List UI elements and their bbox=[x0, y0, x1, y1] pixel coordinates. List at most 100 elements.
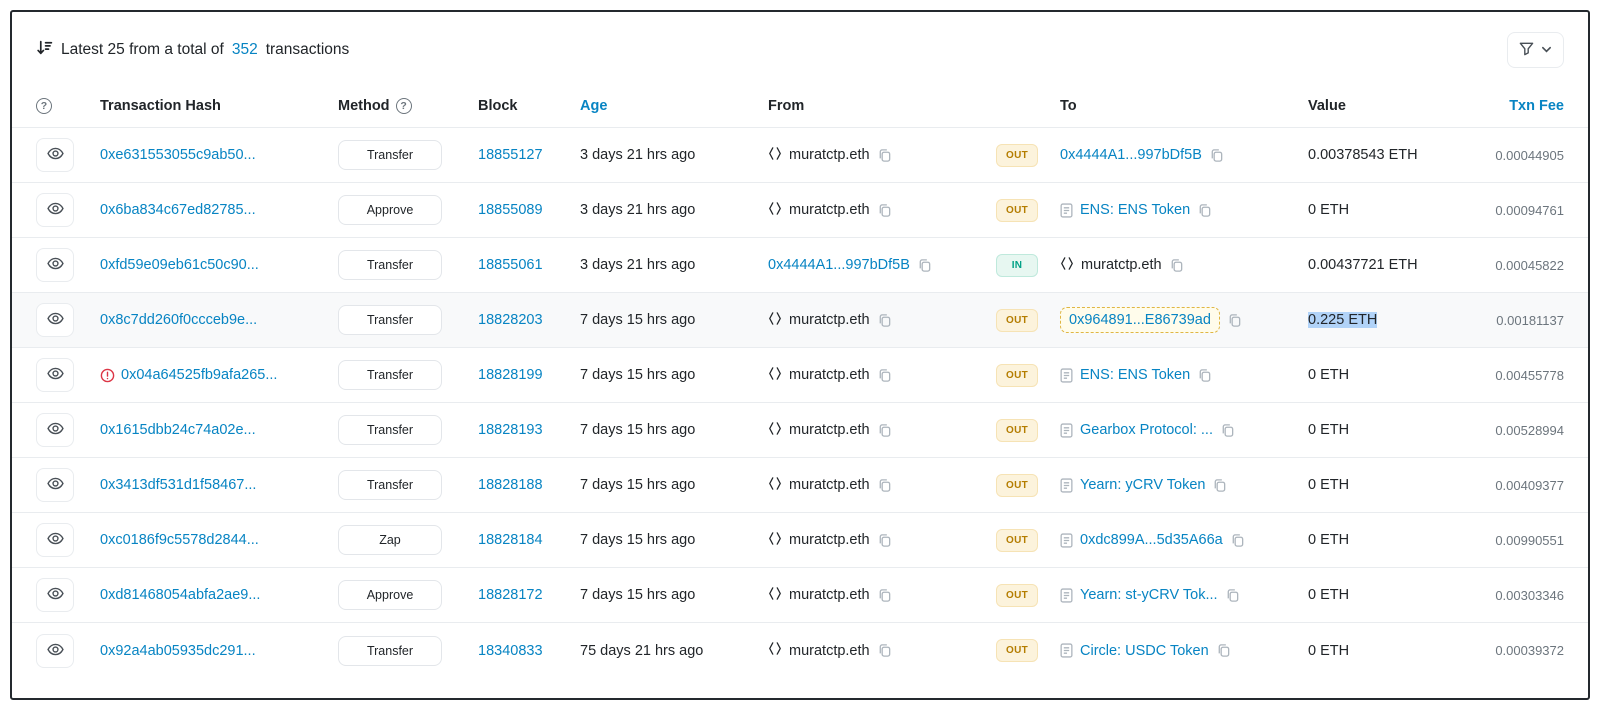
block-link[interactable]: 18828199 bbox=[478, 367, 543, 383]
filter-button[interactable] bbox=[1507, 32, 1564, 68]
to-address[interactable]: ENS: ENS Token bbox=[1080, 367, 1190, 383]
method-badge[interactable]: Transfer bbox=[338, 360, 442, 390]
transaction-hash-link[interactable]: 0x1615dbb24c74a02e... bbox=[100, 422, 256, 438]
column-age[interactable]: Age bbox=[580, 98, 768, 114]
to-address[interactable]: Gearbox Protocol: ... bbox=[1080, 422, 1213, 438]
to-address[interactable]: 0x4444A1...997bDf5B bbox=[1060, 147, 1202, 163]
method-badge[interactable]: Transfer bbox=[338, 250, 442, 280]
copy-icon[interactable] bbox=[877, 643, 892, 658]
method-badge[interactable]: Transfer bbox=[338, 305, 442, 335]
copy-icon[interactable] bbox=[1216, 643, 1231, 658]
method-help-icon[interactable]: ? bbox=[396, 98, 412, 114]
transaction-hash-link[interactable]: 0xe631553055c9ab50... bbox=[100, 147, 256, 163]
block-link[interactable]: 18828188 bbox=[478, 477, 543, 493]
copy-icon[interactable] bbox=[1169, 258, 1184, 273]
block-link[interactable]: 18828203 bbox=[478, 312, 543, 328]
from-address[interactable]: muratctp.eth bbox=[789, 587, 870, 603]
from-address[interactable]: muratctp.eth bbox=[789, 532, 870, 548]
value-cell: 0.225 ETH bbox=[1308, 312, 1460, 328]
block-link[interactable]: 18828184 bbox=[478, 532, 543, 548]
block-link[interactable]: 18855061 bbox=[478, 257, 543, 273]
to-address[interactable]: muratctp.eth bbox=[1081, 257, 1162, 273]
preview-button[interactable] bbox=[36, 523, 74, 557]
block-link[interactable]: 18340833 bbox=[478, 643, 543, 659]
total-transactions-count[interactable]: 352 bbox=[232, 41, 258, 59]
value-cell: 0.00378543 ETH bbox=[1308, 147, 1460, 163]
name-tag-icon bbox=[768, 531, 782, 550]
column-txn-fee[interactable]: Txn Fee bbox=[1460, 98, 1564, 114]
preview-button[interactable] bbox=[36, 413, 74, 447]
hash-cell: 0x04a64525fb9afa265... bbox=[100, 367, 338, 383]
to-address[interactable]: Yearn: st-yCRV Tok... bbox=[1080, 587, 1218, 603]
transaction-hash-link[interactable]: 0x3413df531d1f58467... bbox=[100, 477, 256, 493]
to-address[interactable]: Circle: USDC Token bbox=[1080, 643, 1209, 659]
copy-icon[interactable] bbox=[877, 588, 892, 603]
eye-icon bbox=[47, 310, 64, 330]
to-address-wrap: 0xdc899A...5d35A66a bbox=[1060, 532, 1223, 548]
filter-funnel-icon bbox=[1519, 41, 1534, 59]
copy-icon[interactable] bbox=[877, 368, 892, 383]
transaction-hash-link[interactable]: 0x6ba834c67ed82785... bbox=[100, 202, 256, 218]
contract-file-icon bbox=[1060, 533, 1073, 548]
block-link[interactable]: 18828193 bbox=[478, 422, 543, 438]
to-address[interactable]: ENS: ENS Token bbox=[1080, 202, 1190, 218]
copy-icon[interactable] bbox=[877, 533, 892, 548]
method-cell: Approve bbox=[338, 195, 478, 225]
from-address[interactable]: muratctp.eth bbox=[789, 202, 870, 218]
to-address[interactable]: 0xdc899A...5d35A66a bbox=[1080, 532, 1223, 548]
transaction-hash-link[interactable]: 0x04a64525fb9afa265... bbox=[121, 367, 277, 383]
preview-button[interactable] bbox=[36, 138, 74, 172]
method-badge[interactable]: Zap bbox=[338, 525, 442, 555]
block-cell: 18828188 bbox=[478, 477, 580, 493]
copy-icon[interactable] bbox=[1227, 313, 1242, 328]
preview-button[interactable] bbox=[36, 193, 74, 227]
transaction-hash-link[interactable]: 0x92a4ab05935dc291... bbox=[100, 643, 256, 659]
copy-icon[interactable] bbox=[1197, 368, 1212, 383]
from-address[interactable]: muratctp.eth bbox=[789, 422, 870, 438]
method-badge[interactable]: Transfer bbox=[338, 415, 442, 445]
copy-icon[interactable] bbox=[1197, 203, 1212, 218]
method-badge[interactable]: Transfer bbox=[338, 636, 442, 666]
from-address[interactable]: 0x4444A1...997bDf5B bbox=[768, 257, 910, 273]
from-address[interactable]: muratctp.eth bbox=[789, 312, 870, 328]
copy-icon[interactable] bbox=[877, 313, 892, 328]
copy-icon[interactable] bbox=[1212, 478, 1227, 493]
preview-button[interactable] bbox=[36, 303, 74, 337]
copy-icon[interactable] bbox=[1225, 588, 1240, 603]
preview-button[interactable] bbox=[36, 634, 74, 668]
method-badge[interactable]: Transfer bbox=[338, 140, 442, 170]
method-badge[interactable]: Transfer bbox=[338, 470, 442, 500]
block-cell: 18855089 bbox=[478, 202, 580, 218]
copy-icon[interactable] bbox=[1230, 533, 1245, 548]
copy-icon[interactable] bbox=[1220, 423, 1235, 438]
copy-icon[interactable] bbox=[877, 148, 892, 163]
copy-icon[interactable] bbox=[877, 203, 892, 218]
preview-button[interactable] bbox=[36, 468, 74, 502]
question-circle-icon[interactable]: ? bbox=[36, 98, 52, 114]
preview-button[interactable] bbox=[36, 578, 74, 612]
to-address[interactable]: 0x964891...E86739ad bbox=[1069, 312, 1211, 328]
transaction-hash-link[interactable]: 0xc0186f9c5578d2844... bbox=[100, 532, 259, 548]
transaction-hash-link[interactable]: 0xd81468054abfa2ae9... bbox=[100, 587, 260, 603]
preview-button[interactable] bbox=[36, 248, 74, 282]
method-badge[interactable]: Approve bbox=[338, 580, 442, 610]
from-address[interactable]: muratctp.eth bbox=[789, 367, 870, 383]
block-link[interactable]: 18855089 bbox=[478, 202, 543, 218]
block-link[interactable]: 18828172 bbox=[478, 587, 543, 603]
block-cell: 18340833 bbox=[478, 643, 580, 659]
copy-icon[interactable] bbox=[877, 423, 892, 438]
to-address[interactable]: Yearn: yCRV Token bbox=[1080, 477, 1205, 493]
transaction-hash-link[interactable]: 0xfd59e09eb61c50c90... bbox=[100, 257, 259, 273]
block-link[interactable]: 18855127 bbox=[478, 147, 543, 163]
age-cell: 3 days 21 hrs ago bbox=[580, 257, 768, 273]
from-address[interactable]: muratctp.eth bbox=[789, 147, 870, 163]
copy-icon[interactable] bbox=[1209, 148, 1224, 163]
method-badge[interactable]: Approve bbox=[338, 195, 442, 225]
copy-icon[interactable] bbox=[877, 478, 892, 493]
hash-cell: 0xc0186f9c5578d2844... bbox=[100, 532, 338, 548]
transaction-hash-link[interactable]: 0x8c7dd260f0ccceb9e... bbox=[100, 312, 257, 328]
preview-button[interactable] bbox=[36, 358, 74, 392]
from-address[interactable]: muratctp.eth bbox=[789, 643, 870, 659]
copy-icon[interactable] bbox=[917, 258, 932, 273]
from-address[interactable]: muratctp.eth bbox=[789, 477, 870, 493]
